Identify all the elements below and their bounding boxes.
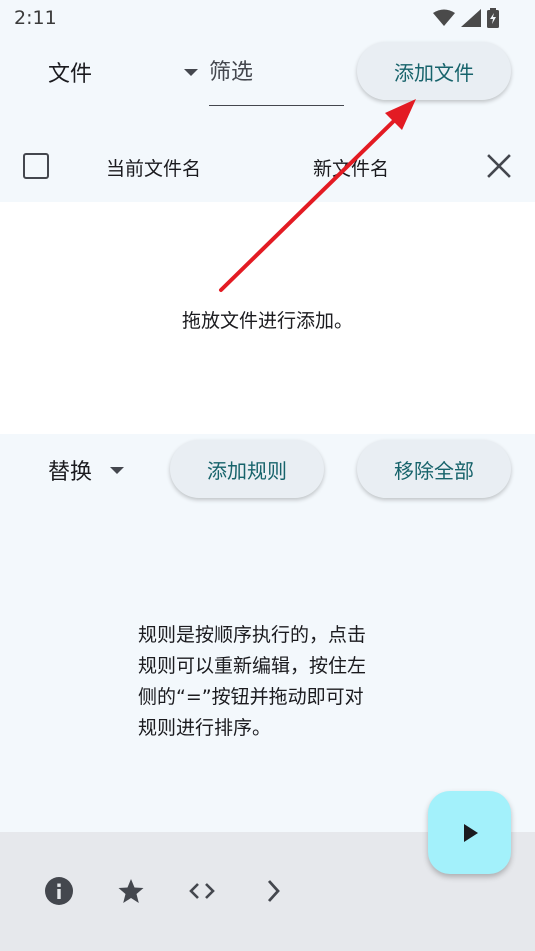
rules-hint-line: 规则进行排序。 <box>138 717 272 739</box>
star-icon[interactable] <box>116 876 146 906</box>
status-icons <box>433 8 499 28</box>
close-icon[interactable] <box>485 152 513 180</box>
filter-field <box>209 54 344 106</box>
top-toolbar: 文件 添加文件 <box>0 36 535 120</box>
run-button[interactable] <box>428 791 511 874</box>
file-list-area[interactable]: 拖放文件进行添加。 <box>0 202 535 434</box>
column-current-name: 当前文件名 <box>106 158 202 180</box>
rules-hint-line: 侧的“=”按钮并拖动即可对 <box>138 686 364 708</box>
file-type-dropdown[interactable]: 文件 <box>48 56 198 88</box>
caret-down-icon <box>184 68 198 76</box>
caret-down-icon <box>110 466 124 474</box>
remove-all-button[interactable]: 移除全部 <box>357 440 511 498</box>
rules-hint: 规则是按顺序执行的，点击 规则可以重新编辑，按住左 侧的“=”按钮并拖动即可对 … <box>138 620 408 744</box>
rule-type-label: 替换 <box>48 460 93 485</box>
rule-type-dropdown[interactable]: 替换 <box>48 454 124 486</box>
rules-hint-line: 规则是按顺序执行的，点击 <box>138 624 367 646</box>
code-icon[interactable] <box>187 876 217 906</box>
filter-input[interactable] <box>209 54 344 90</box>
file-list-header: 当前文件名 新文件名 <box>0 130 535 202</box>
status-bar: 2:11 <box>0 0 535 36</box>
signal-icon <box>461 9 481 27</box>
info-icon[interactable] <box>44 876 74 906</box>
add-file-button[interactable]: 添加文件 <box>357 42 511 100</box>
rules-hint-line: 规则可以重新编辑，按住左 <box>138 655 367 677</box>
add-rule-button[interactable]: 添加规则 <box>170 440 324 498</box>
drop-files-hint: 拖放文件进行添加。 <box>181 310 353 332</box>
rules-toolbar: 替换 添加规则 移除全部 <box>0 436 535 506</box>
select-all-checkbox[interactable] <box>23 153 49 179</box>
play-icon <box>463 823 478 842</box>
file-type-label: 文件 <box>48 62 93 87</box>
column-new-name: 新文件名 <box>313 158 390 180</box>
wifi-icon <box>433 9 455 26</box>
battery-icon <box>487 8 499 28</box>
status-time: 2:11 <box>14 7 57 29</box>
chevron-right-icon[interactable] <box>258 876 288 906</box>
